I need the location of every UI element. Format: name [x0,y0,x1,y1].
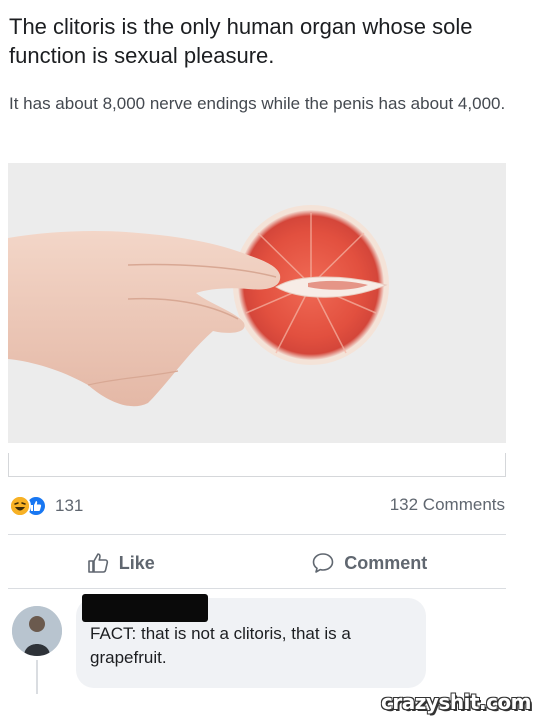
avatar[interactable] [12,606,62,656]
comment-bubble-icon [312,553,334,573]
reaction-summary[interactable]: 131 [9,492,83,520]
action-bar: Like Comment [8,545,506,581]
like-label: Like [118,552,155,573]
redacted-commenter-name [82,594,208,622]
watermark: crazyshit.com [381,690,531,714]
comments-count-link[interactable]: 132 Comments [390,495,505,515]
post-title: The clitoris is the only human organ who… [9,14,473,68]
reaction-count: 131 [55,496,84,515]
divider [8,588,506,589]
comment-button[interactable]: Comment [312,552,427,574]
like-button[interactable]: Like [87,552,155,574]
thread-line [36,660,38,694]
grapefruit-hand-illustration [8,163,506,443]
divider [8,534,506,535]
post-subtitle: It has about 8,000 nerve endings while t… [9,94,506,113]
comment-text: FACT: that is not a clitoris, that is a … [90,624,351,667]
link-preview-box[interactable] [8,453,506,477]
thumbs-up-icon [87,553,108,573]
post-photo[interactable] [8,163,506,443]
haha-icon [9,495,31,517]
comment-label: Comment [344,552,428,573]
